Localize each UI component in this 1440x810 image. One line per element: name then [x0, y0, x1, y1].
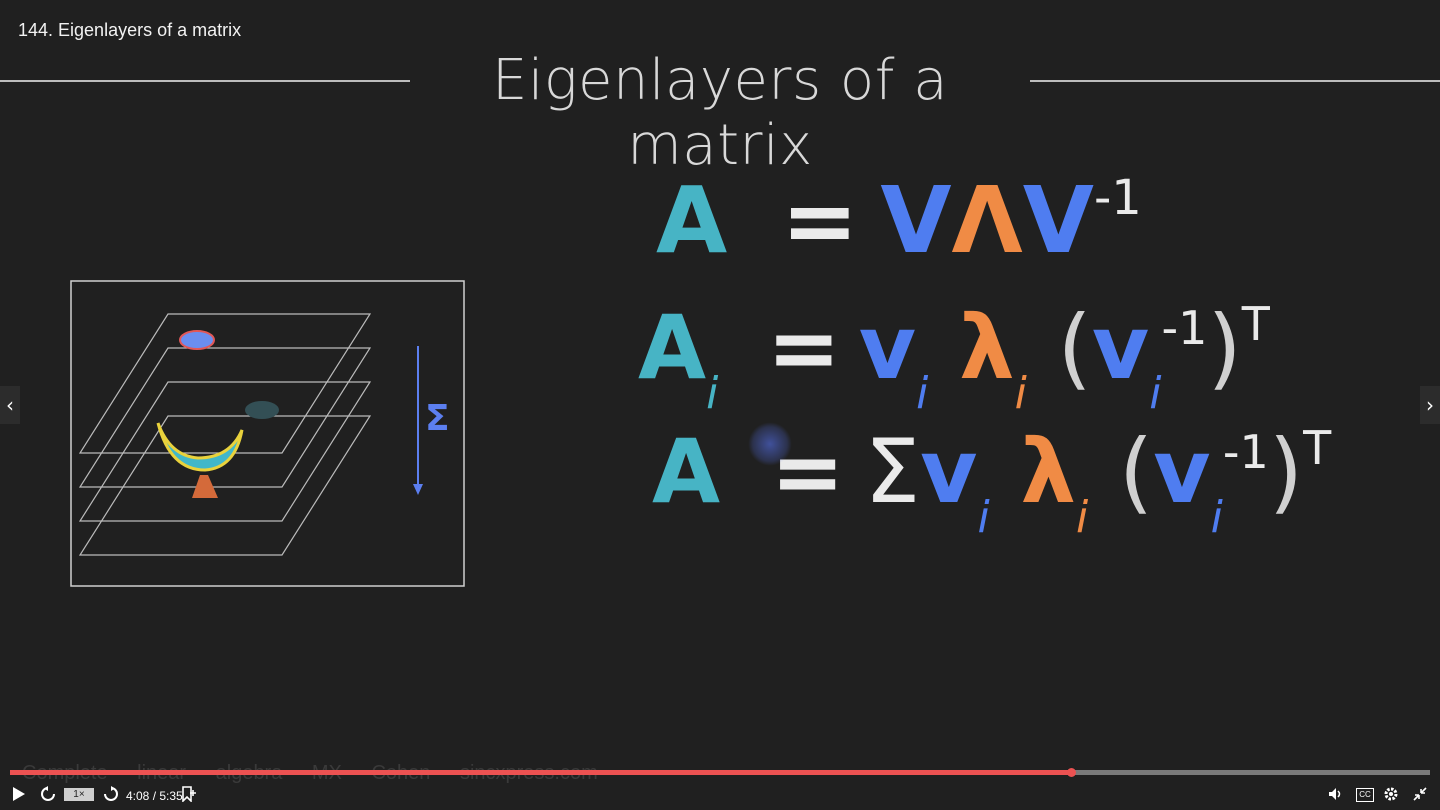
- title-rule-right: [1030, 80, 1440, 82]
- eq1-lhs: A: [656, 167, 728, 274]
- eq2-lparen: (: [1057, 296, 1092, 399]
- eq2-v2: v: [1091, 296, 1150, 399]
- mouse-cursor-highlight: [748, 422, 792, 466]
- fullscreen-exit-icon[interactable]: [1412, 786, 1428, 807]
- eq1-v: V: [880, 167, 952, 274]
- eq3-rparen: ): [1268, 420, 1304, 523]
- eq3-lparen: (: [1118, 420, 1154, 523]
- eq2-lhs: A: [638, 296, 707, 399]
- layer-1: [78, 313, 372, 454]
- closed-captions-button[interactable]: CC: [1356, 788, 1374, 802]
- previous-lecture-button[interactable]: ‹: [0, 386, 20, 424]
- progress-bar[interactable]: [10, 768, 1430, 777]
- layer-1-blob: [179, 330, 215, 350]
- forward-icon[interactable]: [103, 786, 119, 807]
- eq2-rparen: ): [1207, 296, 1242, 399]
- title-rule-left: [0, 80, 410, 82]
- time-display: 4:08 / 5:35: [126, 789, 183, 803]
- eq2-lambda: λ: [958, 296, 1015, 399]
- next-lecture-button[interactable]: ›: [1420, 386, 1440, 424]
- bookmark-add-icon[interactable]: [181, 786, 197, 807]
- sigma-label: Σ: [425, 398, 450, 439]
- eq1-lambda: Λ: [951, 167, 1023, 274]
- eq3-sum: Σ: [864, 420, 921, 523]
- slide-title: Eigenlayers of a matrix: [0, 48, 1440, 178]
- eq1-inverse: -1: [1093, 170, 1142, 226]
- crescent-shape: [156, 422, 244, 472]
- eq2-v: v: [858, 296, 917, 399]
- progress-handle[interactable]: [1067, 768, 1076, 777]
- eq2-inverse: -1: [1161, 301, 1208, 355]
- lesson-title: 144. Eigenlayers of a matrix: [18, 20, 242, 40]
- eq1-v2: V: [1022, 167, 1094, 274]
- eq3-inverse: -1: [1222, 425, 1269, 479]
- progress-fill: [10, 770, 1071, 775]
- settings-icon[interactable]: [1383, 786, 1399, 807]
- sum-arrow-head: [413, 484, 423, 495]
- eq3-lambda: λ: [1020, 420, 1077, 523]
- eigenlayers-diagram: Σ: [70, 280, 466, 587]
- layer-2: [78, 347, 372, 488]
- eq1-equals: =: [781, 167, 859, 274]
- player-controls: 1× 4:08 / 5:35 CC: [0, 780, 1440, 810]
- eq2-equals: =: [766, 296, 841, 399]
- equation-1: A = VΛV-1: [656, 152, 1142, 267]
- diagram-frame: [70, 280, 465, 587]
- eq3-v2: v: [1153, 420, 1211, 523]
- eq3-lhs: A: [652, 420, 721, 523]
- playback-speed-button[interactable]: 1×: [64, 788, 94, 801]
- rewind-icon[interactable]: [40, 786, 56, 807]
- eq3-v-sub: i: [977, 492, 990, 543]
- volume-icon[interactable]: [1328, 786, 1344, 807]
- play-icon[interactable]: [12, 786, 26, 807]
- eq3-lambda-sub: i: [1076, 492, 1089, 543]
- eq2-transpose: T: [1241, 297, 1270, 351]
- eq3-v: v: [920, 420, 978, 523]
- eq3-transpose: T: [1303, 421, 1332, 475]
- eq3-v2-sub: i: [1210, 492, 1223, 543]
- layer-2-blob: [245, 401, 279, 419]
- layer-4: [78, 415, 372, 556]
